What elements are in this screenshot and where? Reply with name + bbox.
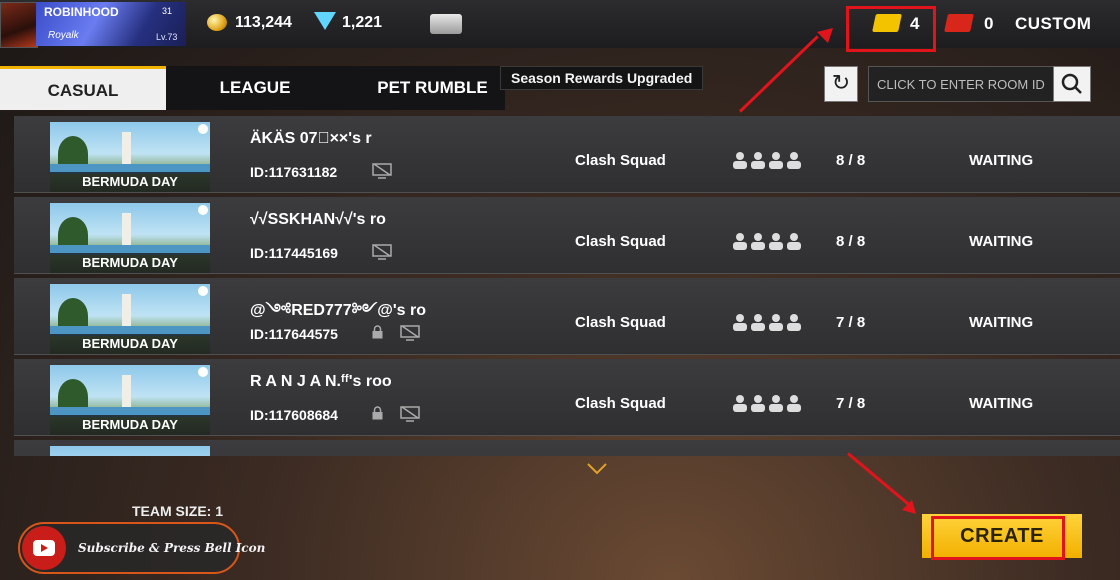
guild-name: Royalk bbox=[48, 30, 79, 41]
room-status: WAITING bbox=[969, 314, 1034, 331]
player-name: ROBINHOOD bbox=[44, 5, 119, 19]
room-row[interactable]: BERMUDA DAY @༺RED777༻@'s ro ID:117644575… bbox=[14, 278, 1120, 355]
room-card-highlight bbox=[846, 6, 936, 52]
gold-amount: 113,244 bbox=[235, 14, 292, 31]
create-highlight bbox=[931, 516, 1065, 560]
level-badge: Lv.73 bbox=[156, 32, 178, 42]
game-mode: Clash Squad bbox=[575, 395, 666, 412]
player-count: 7 / 8 bbox=[836, 314, 866, 331]
subscribe-text: Subscribe & Press Bell Icon bbox=[78, 541, 266, 555]
lock-icon bbox=[372, 325, 383, 339]
player-count: 8 / 8 bbox=[836, 233, 866, 250]
room-row-partial[interactable] bbox=[14, 440, 1120, 456]
custom-mode-label: CUSTOM bbox=[1015, 14, 1092, 33]
room-row[interactable]: BERMUDA DAY ÄKÄS 07⃝××'s r ID:117631182 … bbox=[14, 116, 1120, 193]
team-size-label: TEAM SIZE: 1 bbox=[132, 503, 224, 519]
room-id: ID:117631182 bbox=[250, 164, 338, 180]
room-name: R A N J A N.ᶠᶠ's roo bbox=[250, 373, 392, 390]
tab-pet-rumble[interactable]: PET RUMBLE bbox=[345, 66, 520, 110]
player-count: 7 / 8 bbox=[836, 395, 866, 412]
refresh-button[interactable]: ↻ bbox=[824, 66, 858, 102]
arrow-head-icon bbox=[902, 500, 916, 514]
room-name: ÄKÄS 07⃝××'s r bbox=[250, 130, 372, 147]
players-icon bbox=[733, 395, 801, 412]
player-count: 8 / 8 bbox=[836, 152, 866, 169]
map-name: BERMUDA DAY bbox=[50, 253, 210, 273]
tab-league[interactable]: LEAGUE bbox=[170, 66, 340, 110]
room-status: WAITING bbox=[969, 395, 1034, 412]
search-button[interactable] bbox=[1053, 66, 1091, 102]
players-icon bbox=[733, 152, 801, 169]
refresh-icon: ↻ bbox=[831, 70, 851, 95]
red-card-icon bbox=[944, 14, 974, 32]
red-card-count: 0 bbox=[984, 14, 994, 33]
subscribe-banner: Subscribe & Press Bell Icon bbox=[18, 522, 265, 574]
players-icon bbox=[733, 314, 801, 331]
diamond-amount: 1,221 bbox=[342, 14, 383, 31]
diamond-icon[interactable] bbox=[314, 12, 336, 30]
room-name: √√SSKHAN√√'s ro bbox=[250, 211, 386, 228]
no-spectate-icon bbox=[400, 325, 420, 341]
room-id: ID:117644575 bbox=[250, 326, 338, 342]
sun-icon bbox=[198, 124, 208, 134]
game-mode: Clash Squad bbox=[575, 152, 666, 169]
room-status: WAITING bbox=[969, 152, 1034, 169]
map-name: BERMUDA DAY bbox=[50, 334, 210, 354]
map-thumbnail: BERMUDA DAY bbox=[50, 365, 210, 435]
map-thumbnail: BERMUDA DAY bbox=[50, 203, 210, 273]
rank-badge: 31 bbox=[162, 6, 173, 16]
map-name: BERMUDA DAY bbox=[50, 172, 210, 192]
room-id: ID:117608684 bbox=[250, 407, 338, 423]
room-status: WAITING bbox=[969, 233, 1034, 250]
tab-casual[interactable]: CASUAL bbox=[0, 66, 166, 110]
no-spectate-icon bbox=[372, 244, 392, 260]
room-id-input[interactable] bbox=[868, 66, 1054, 102]
season-rewards-badge: Season Rewards Upgraded bbox=[500, 66, 704, 90]
search-icon bbox=[1061, 73, 1082, 94]
youtube-icon bbox=[22, 526, 66, 570]
lock-icon bbox=[372, 406, 383, 420]
room-id: ID:117445169 bbox=[250, 245, 338, 261]
map-thumbnail: BERMUDA DAY bbox=[50, 122, 210, 192]
map-thumbnail bbox=[50, 446, 210, 456]
membership-card-icon[interactable] bbox=[430, 14, 462, 34]
room-list[interactable]: BERMUDA DAY ÄKÄS 07⃝××'s r ID:117631182 … bbox=[14, 116, 1120, 456]
no-spectate-icon bbox=[400, 406, 420, 422]
game-mode: Clash Squad bbox=[575, 233, 666, 250]
no-spectate-icon bbox=[372, 163, 392, 179]
sun-icon bbox=[198, 367, 208, 377]
arrow-head-icon bbox=[817, 28, 833, 43]
game-mode: Clash Squad bbox=[575, 314, 666, 331]
room-row[interactable]: BERMUDA DAY R A N J A N.ᶠᶠ's roo ID:1176… bbox=[14, 359, 1120, 436]
avatar[interactable] bbox=[0, 2, 38, 48]
gold-coin-icon bbox=[207, 14, 227, 31]
sun-icon bbox=[198, 205, 208, 215]
room-row[interactable]: BERMUDA DAY √√SSKHAN√√'s ro ID:117445169… bbox=[14, 197, 1120, 274]
chevron-down-icon[interactable] bbox=[586, 462, 608, 476]
map-thumbnail: BERMUDA DAY bbox=[50, 284, 210, 354]
sun-icon bbox=[198, 286, 208, 296]
map-name: BERMUDA DAY bbox=[50, 415, 210, 435]
players-icon bbox=[733, 233, 801, 250]
